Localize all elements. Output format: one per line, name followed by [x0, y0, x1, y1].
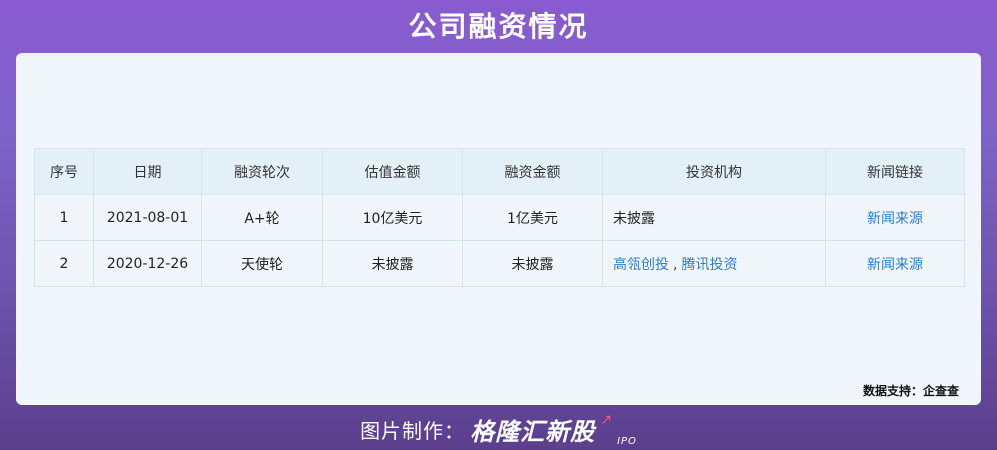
cell-amount: 1亿美元 — [462, 194, 603, 241]
cell-round: 天使轮 — [201, 240, 323, 287]
cell-amount: 未披露 — [462, 240, 603, 287]
header-investors: 投资机构 — [602, 148, 826, 195]
cell-news: 新闻来源 — [825, 194, 965, 241]
cell-date: 2020-12-26 — [93, 240, 202, 287]
footer: 图片制作： 格隆汇新股 ↗ IPO — [0, 412, 997, 447]
cell-index: 1 — [34, 194, 94, 241]
cell-investors: 未披露 — [602, 194, 826, 241]
footer-logo: 格隆汇新股 — [470, 418, 596, 446]
cell-valuation: 10亿美元 — [322, 194, 463, 241]
cell-round: A+轮 — [201, 194, 323, 241]
investor-link[interactable]: 腾讯投资 — [681, 257, 737, 273]
cell-news: 新闻来源 — [825, 240, 965, 287]
investor-text: 未披露 — [613, 210, 655, 227]
cell-date: 2021-08-01 — [93, 194, 202, 241]
cell-investors: 高瓴创投, 腾讯投资 — [602, 240, 826, 287]
content-card: 格隆汇新股IPO 序号 日期 融资轮次 估值金额 融资金额 投资机构 新闻链接 — [16, 53, 981, 405]
financing-table: 序号 日期 融资轮次 估值金额 融资金额 投资机构 新闻链接 1 2021-08… — [34, 148, 965, 287]
news-link[interactable]: 新闻来源 — [867, 257, 923, 273]
cell-index: 2 — [34, 240, 94, 287]
cell-valuation: 未披露 — [322, 240, 463, 287]
news-link[interactable]: 新闻来源 — [867, 211, 923, 227]
table-row: 1 2021-08-01 A+轮 10亿美元 1亿美元 未披露 新闻来源 — [34, 194, 965, 241]
header-amount: 融资金额 — [462, 148, 603, 195]
header-valuation: 估值金额 — [322, 148, 463, 195]
header-round: 融资轮次 — [201, 148, 323, 195]
table-row: 2 2020-12-26 天使轮 未披露 未披露 高瓴创投, 腾讯投资 新闻来源 — [34, 240, 965, 287]
data-source: 数据支持：企查查 — [862, 384, 959, 398]
header-news: 新闻链接 — [825, 148, 965, 195]
footer-label: 图片制作： — [360, 419, 466, 443]
page-title: 公司融资情况 — [408, 10, 589, 43]
investor-separator: , — [673, 256, 678, 273]
investor-link[interactable]: 高瓴创投 — [613, 257, 669, 273]
table-header-row: 序号 日期 融资轮次 估值金额 融资金额 投资机构 新闻链接 — [34, 148, 965, 195]
header-date: 日期 — [93, 148, 202, 195]
footer-logo-sub: IPO — [617, 436, 637, 447]
trend-arrow-icon: ↗ — [600, 412, 612, 428]
header-index: 序号 — [34, 148, 94, 195]
